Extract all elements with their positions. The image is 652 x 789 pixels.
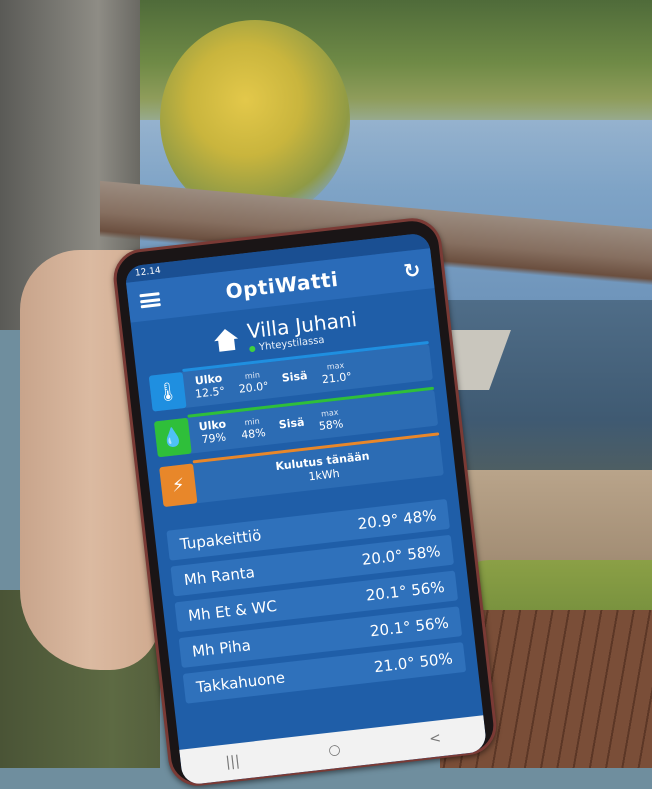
status-time: 12.14 [134, 265, 162, 279]
inside-min-temp: min 20.0° [238, 370, 270, 396]
menu-icon[interactable] [139, 292, 161, 309]
lightning-icon: ⚡ [159, 463, 198, 508]
outside-temp: Ulko 12.5° [194, 371, 226, 401]
refresh-icon[interactable]: ↻ [402, 258, 421, 284]
status-dot-icon [248, 345, 256, 352]
consumption-value: 1kWh [307, 466, 341, 484]
main-content: Villa Juhani Yhteystilassa 🌡 Ulko 12.5° m… [131, 288, 480, 719]
room-reading: 20.9° 48% [356, 506, 438, 534]
room-reading: 20.1° 56% [369, 613, 450, 641]
inside-max-humidity: max 58% [318, 408, 344, 433]
home-icon[interactable]: ○ [328, 742, 342, 759]
smartphone: 12.14 OptiWatti ↻ Villa Juhani Yhteystil… [110, 215, 500, 789]
thermometer-icon: 🌡 [148, 372, 187, 412]
inside-label: Sisä [278, 415, 306, 432]
inside-label: Sisä [281, 368, 309, 385]
room-name: Mh Ranta [183, 563, 256, 590]
room-name: Tupakeittiö [178, 526, 263, 554]
room-reading: 20.0° 58% [360, 542, 442, 569]
room-reading: 21.0° 50% [373, 649, 454, 677]
back-icon[interactable]: < [428, 730, 441, 747]
house-icon [212, 327, 239, 352]
inside-max-temp: max 21.0° [321, 361, 353, 387]
consumption-info: Kulutus tänään 1kWh [203, 441, 443, 496]
room-name: Mh Et & WC [187, 596, 278, 625]
room-reading: 20.1° 56% [364, 577, 446, 605]
water-drops-icon: 💧 [153, 417, 192, 458]
room-name: Mh Piha [191, 636, 252, 661]
system-nav-bar: ||| ○ < [179, 715, 488, 786]
outside-humidity: Ulko 79% [198, 417, 227, 447]
phone-screen: 12.14 OptiWatti ↻ Villa Juhani Yhteystil… [124, 232, 488, 786]
inside-min-humidity: min 48% [240, 417, 267, 442]
app-title: OptiWatti [224, 266, 340, 304]
room-name: Takkahuone [195, 668, 286, 697]
